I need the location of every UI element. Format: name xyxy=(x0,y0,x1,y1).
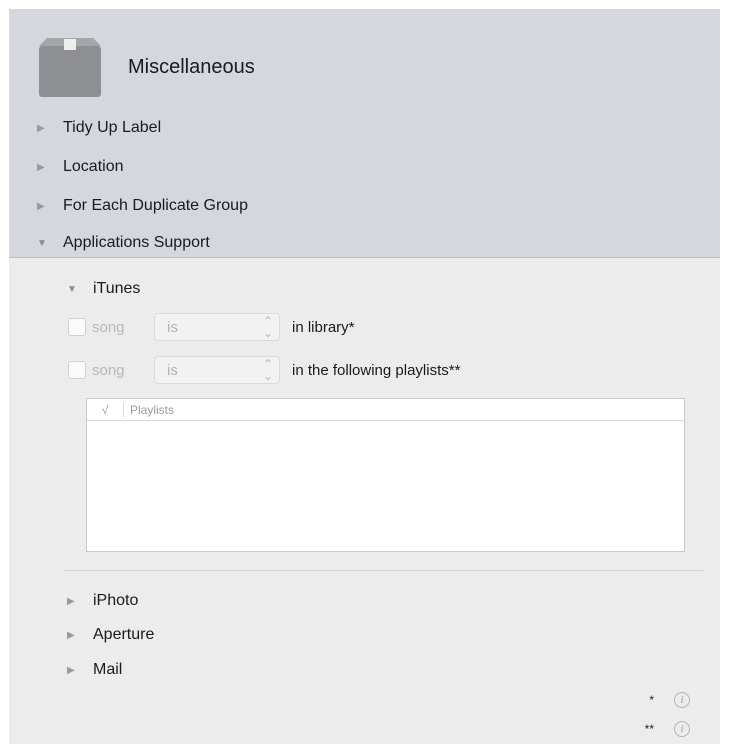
song-checkbox[interactable] xyxy=(68,318,86,336)
subsection-mail[interactable]: ▶ Mail xyxy=(67,659,122,681)
section-label: Applications Support xyxy=(63,234,210,251)
condition-row-library: song is ⌃ ⌄ in library* xyxy=(68,312,355,342)
subsection-iphoto[interactable]: ▶ iPhoto xyxy=(67,590,138,612)
subsection-label: iPhoto xyxy=(93,592,139,609)
operator-value: is xyxy=(167,361,178,379)
disclosure-triangle-icon[interactable]: ▶ xyxy=(67,630,93,641)
operator-value: is xyxy=(167,318,178,336)
disclosure-triangle-icon[interactable]: ▶ xyxy=(37,123,63,134)
section-label: Tidy Up Label xyxy=(63,119,162,136)
section-applications-support[interactable]: ▼ Applications Support xyxy=(37,231,210,255)
condition-subject: song xyxy=(92,361,125,379)
section-tidy-up-label[interactable]: ▶ Tidy Up Label xyxy=(37,116,161,140)
disclosure-triangle-icon[interactable]: ▶ xyxy=(67,596,93,607)
disclosure-triangle-icon[interactable]: ▶ xyxy=(37,162,63,173)
subsection-label: Mail xyxy=(93,661,123,678)
box-icon xyxy=(39,38,101,97)
divider xyxy=(63,570,703,571)
condition-subject: song xyxy=(92,318,125,336)
footnote-library: * i xyxy=(649,692,690,708)
song-checkbox[interactable] xyxy=(68,361,86,379)
page-title: Miscellaneous xyxy=(128,56,255,78)
playlists-table[interactable]: √ Playlists xyxy=(86,398,685,552)
disclosure-triangle-open-icon[interactable]: ▼ xyxy=(37,238,63,249)
updown-chevron-icon: ⌃ ⌄ xyxy=(262,357,273,383)
section-location[interactable]: ▶ Location xyxy=(37,155,124,179)
footnote-mark: ** xyxy=(644,722,654,736)
playlists-column-header[interactable]: Playlists xyxy=(130,403,174,417)
subsection-label: Aperture xyxy=(93,626,155,643)
operator-select[interactable]: is ⌃ ⌄ xyxy=(154,356,280,384)
header: Miscellaneous ▶ Tidy Up Label ▶ Location… xyxy=(9,9,720,258)
condition-label: in the following playlists** xyxy=(292,361,461,379)
footnote-mark: * xyxy=(649,693,654,707)
disclosure-triangle-icon[interactable]: ▶ xyxy=(37,201,63,212)
operator-select[interactable]: is ⌃ ⌄ xyxy=(154,313,280,341)
check-column-header[interactable]: √ xyxy=(87,402,124,417)
section-label: Location xyxy=(63,158,124,175)
table-header: √ Playlists xyxy=(87,399,684,421)
condition-label: in library* xyxy=(292,318,355,336)
footnote-playlists: ** i xyxy=(645,721,690,737)
condition-row-playlists: song is ⌃ ⌄ in the following playlists** xyxy=(68,355,460,385)
section-for-each-duplicate-group[interactable]: ▶ For Each Duplicate Group xyxy=(37,194,248,218)
section-label: For Each Duplicate Group xyxy=(63,197,248,214)
disclosure-triangle-icon[interactable]: ▶ xyxy=(67,665,93,676)
disclosure-triangle-open-icon[interactable]: ▼ xyxy=(67,284,93,295)
info-icon[interactable]: i xyxy=(674,721,690,737)
settings-panel: Miscellaneous ▶ Tidy Up Label ▶ Location… xyxy=(9,9,720,744)
subsection-label: iTunes xyxy=(93,280,141,297)
updown-chevron-icon: ⌃ ⌄ xyxy=(262,314,273,340)
subsection-itunes[interactable]: ▼ iTunes xyxy=(67,278,140,300)
subsection-aperture[interactable]: ▶ Aperture xyxy=(67,624,154,646)
info-icon[interactable]: i xyxy=(674,692,690,708)
